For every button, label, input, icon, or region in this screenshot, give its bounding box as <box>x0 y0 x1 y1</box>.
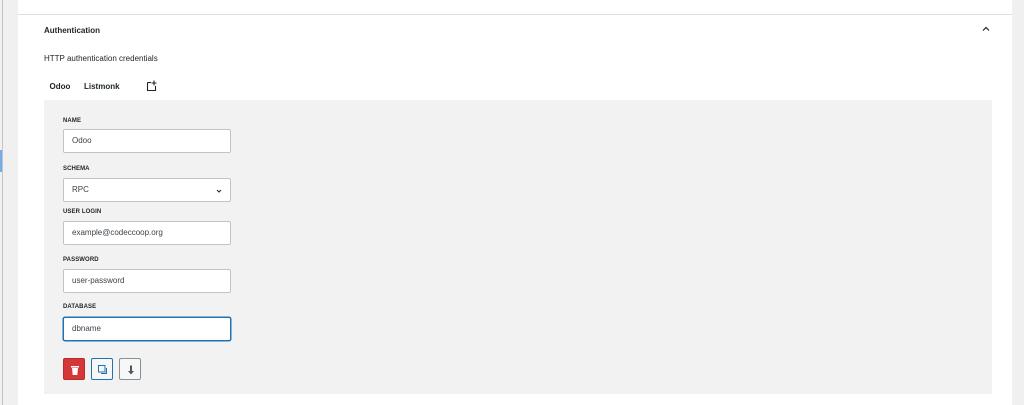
password-label: PASSWORD <box>63 257 99 263</box>
section-title: Authentication <box>44 26 100 35</box>
chevron-up-icon[interactable] <box>980 23 992 35</box>
copy-button[interactable] <box>91 358 113 380</box>
previous-section-divider <box>18 0 1012 15</box>
admin-sidebar-border <box>2 0 3 405</box>
trash-icon <box>71 366 79 375</box>
database-input[interactable]: dbname <box>63 317 231 341</box>
authentication-section-header[interactable]: Authentication <box>18 15 1012 47</box>
database-label: DATABASE <box>63 304 97 310</box>
move-down-button[interactable] <box>119 358 141 380</box>
delete-button[interactable] <box>63 358 85 380</box>
tab-listmonk[interactable]: Listmonk <box>84 77 134 100</box>
tab-odoo[interactable]: Odoo <box>44 77 76 102</box>
schema-selected-value: RPC <box>72 185 89 194</box>
scrollbar-indicator <box>0 150 2 172</box>
add-tab-icon[interactable] <box>145 79 159 93</box>
schema-select[interactable]: RPC <box>63 178 231 202</box>
name-input[interactable]: Odoo <box>63 129 231 153</box>
credential-form: NAME Odoo SCHEMA RPC USER LOGIN example@… <box>44 100 992 394</box>
schema-label: SCHEMA <box>63 166 90 172</box>
chevron-down-icon <box>216 189 222 193</box>
user-login-label: USER LOGIN <box>63 209 102 215</box>
password-input[interactable]: user-password <box>63 269 231 293</box>
arrow-down-icon <box>128 365 134 375</box>
settings-panel: Authentication HTTP authentication crede… <box>18 0 1012 405</box>
user-login-input[interactable]: example@codeccoop.org <box>63 221 231 245</box>
section-description: HTTP authentication credentials <box>44 54 158 63</box>
copy-icon <box>98 365 107 374</box>
name-label: NAME <box>63 118 82 124</box>
